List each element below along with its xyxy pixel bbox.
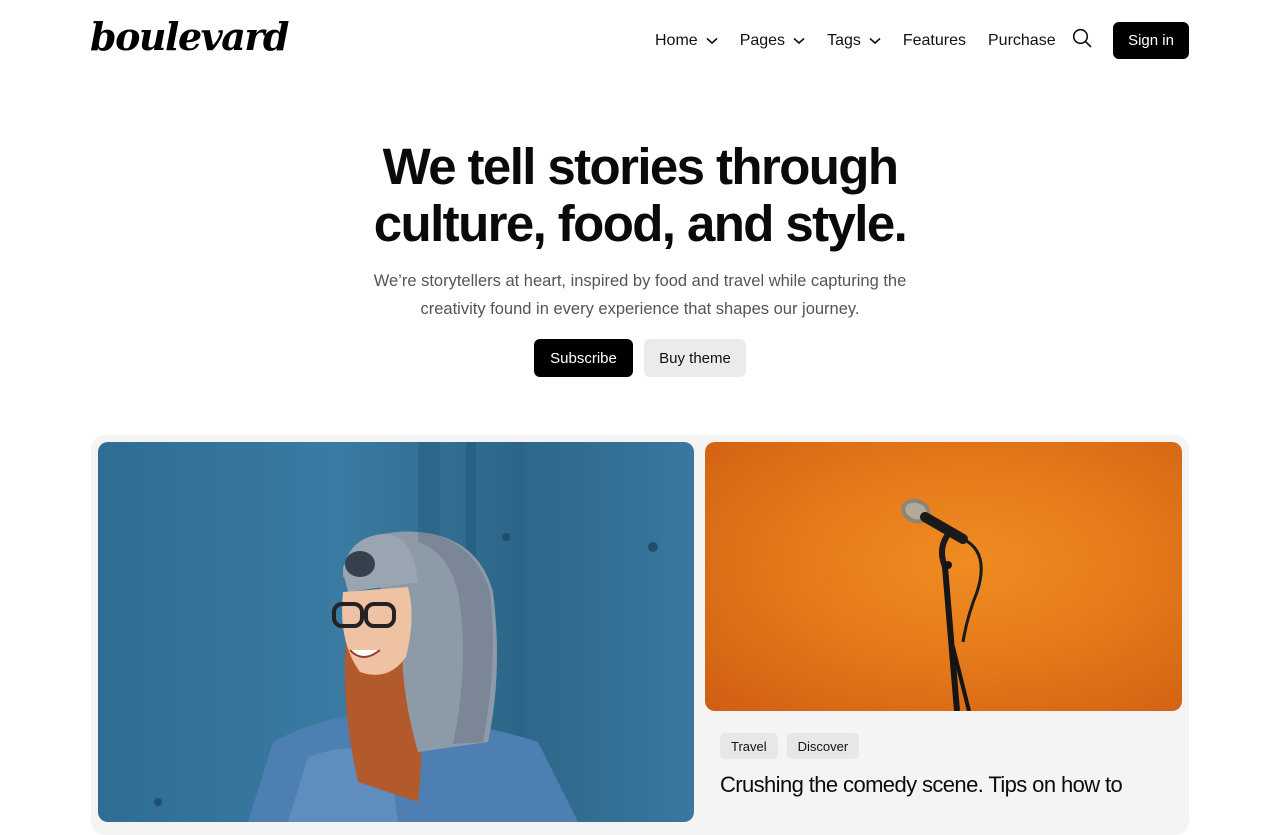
nav-item-pages[interactable]: Pages bbox=[740, 32, 805, 50]
nav-item-label: Tags bbox=[827, 32, 861, 49]
hero-subtitle-line-1: We’re storytellers at heart, inspired by… bbox=[373, 272, 907, 290]
hero-subtitle-line-2: creativity found in every experience tha… bbox=[420, 300, 860, 318]
post-title[interactable]: Crushing the comedy scene. Tips on how t… bbox=[720, 772, 1160, 798]
nav-item-label: Purchase bbox=[988, 32, 1056, 49]
tag-travel[interactable]: Travel bbox=[720, 733, 778, 759]
nav-item-tags[interactable]: Tags bbox=[827, 32, 881, 50]
nav-item-label: Pages bbox=[739, 32, 786, 49]
nav-item-purchase[interactable]: Purchase bbox=[988, 32, 1056, 50]
woman-in-hoodie-photo bbox=[154, 442, 658, 822]
hero-title-line-2: culture, food, and style. bbox=[373, 195, 908, 252]
hero-actions: Subscribe Buy theme bbox=[0, 339, 1280, 377]
chevron-down-icon bbox=[793, 37, 805, 45]
hero-title-line-1: We tell stories through bbox=[382, 138, 899, 195]
nav-item-home[interactable]: Home bbox=[655, 32, 718, 50]
hero-subtitle: We’re storytellers at heart, inspired by… bbox=[340, 267, 940, 323]
subscribe-button[interactable]: Subscribe bbox=[534, 339, 633, 377]
microphone-photo bbox=[901, 498, 983, 711]
chevron-down-icon bbox=[869, 37, 881, 45]
sign-in-button[interactable]: Sign in bbox=[1113, 22, 1189, 59]
featured-image-woman-hoodie[interactable] bbox=[98, 442, 694, 822]
chevron-down-icon bbox=[706, 37, 718, 45]
nav-item-label: Home bbox=[655, 32, 698, 49]
search-icon bbox=[1072, 28, 1092, 53]
search-button[interactable] bbox=[1071, 28, 1093, 53]
main-nav: Home Pages Tags Features Purchase bbox=[655, 28, 1078, 54]
site-header: boulevard Home Pages Tags Features Purch… bbox=[0, 0, 1280, 82]
featured-image-microphone[interactable] bbox=[705, 442, 1182, 711]
buy-theme-button[interactable]: Buy theme bbox=[644, 339, 746, 377]
tag-discover[interactable]: Discover bbox=[786, 733, 860, 759]
nav-item-features[interactable]: Features bbox=[903, 32, 966, 50]
hero-title: We tell stories through culture, food, a… bbox=[240, 138, 1040, 252]
site-logo[interactable]: boulevard bbox=[90, 14, 289, 59]
post-tags: Travel Discover bbox=[720, 733, 860, 759]
nav-item-label: Features bbox=[902, 32, 966, 49]
